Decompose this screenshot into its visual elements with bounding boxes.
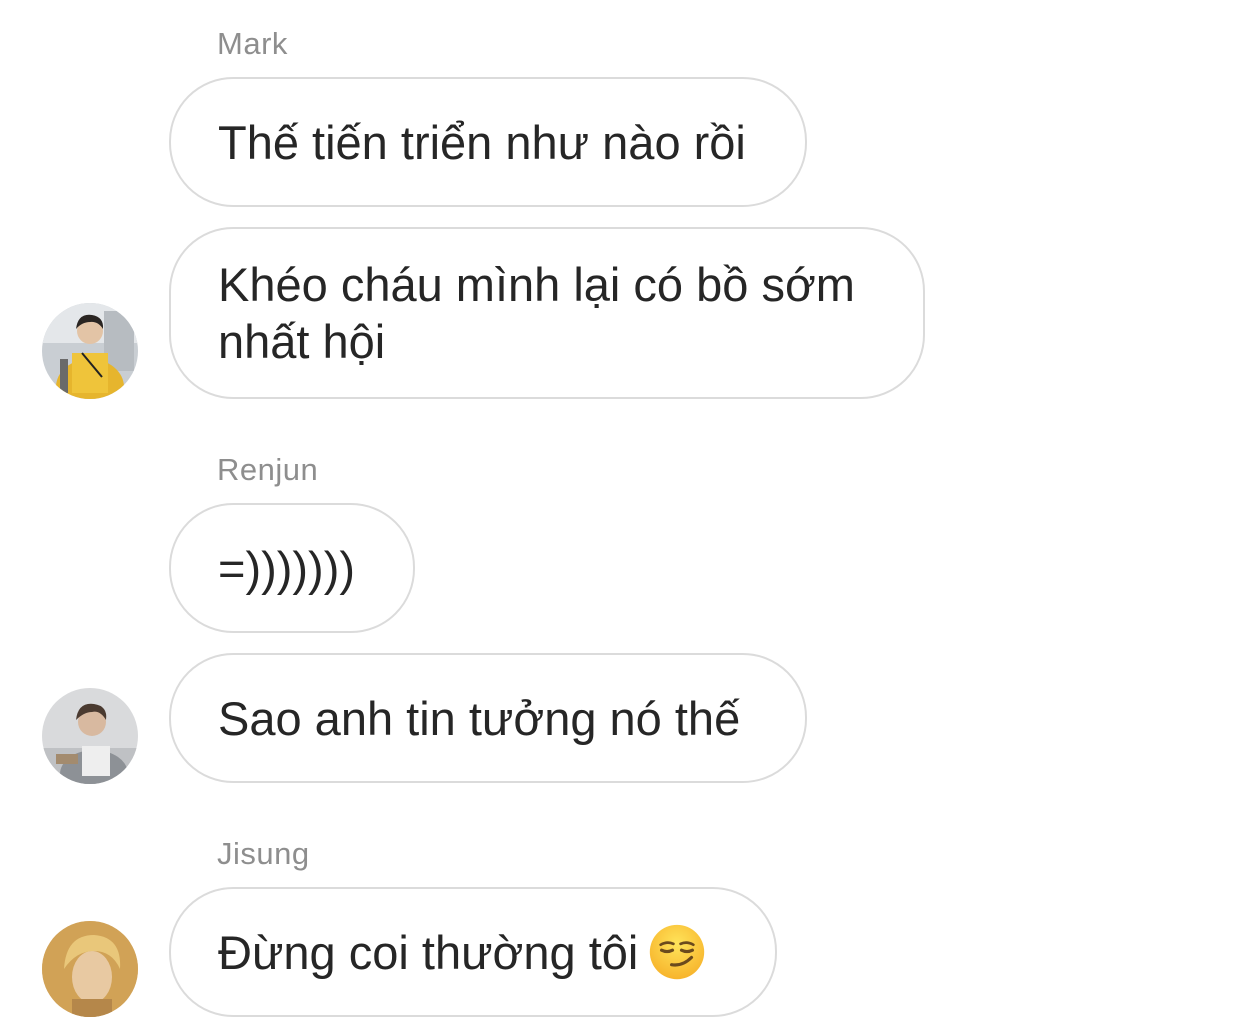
message-bubble[interactable]: Khéo cháu mình lại có bồ sớm nhất hội (169, 227, 925, 399)
message-bubble[interactable]: Sao anh tin tưởng nó thế (169, 653, 807, 783)
smirking-face-icon (650, 924, 705, 980)
message-text: Đừng coi thường tôi (218, 925, 639, 979)
avatar-mark[interactable] (42, 303, 138, 399)
message-text: =))))))) (218, 541, 356, 595)
avatar-renjun[interactable] (42, 688, 138, 784)
message-text: Sao anh tin tưởng nó thế (218, 691, 741, 745)
sender-name-jisung: Jisung (217, 836, 310, 871)
sender-name-mark: Mark (217, 26, 288, 61)
message-bubble[interactable]: =))))))) (169, 503, 415, 633)
message-bubble[interactable]: Thế tiến triển như nào rồi (169, 77, 807, 207)
sender-name-renjun: Renjun (217, 452, 319, 487)
message-text: Thế tiến triển như nào rồi (218, 115, 746, 169)
avatar-jisung[interactable] (42, 921, 138, 1017)
message-bubble[interactable]: Đừng coi thường tôi (169, 887, 777, 1017)
message-text: Khéo cháu mình lại có bồ sớm nhất hội (218, 258, 855, 368)
